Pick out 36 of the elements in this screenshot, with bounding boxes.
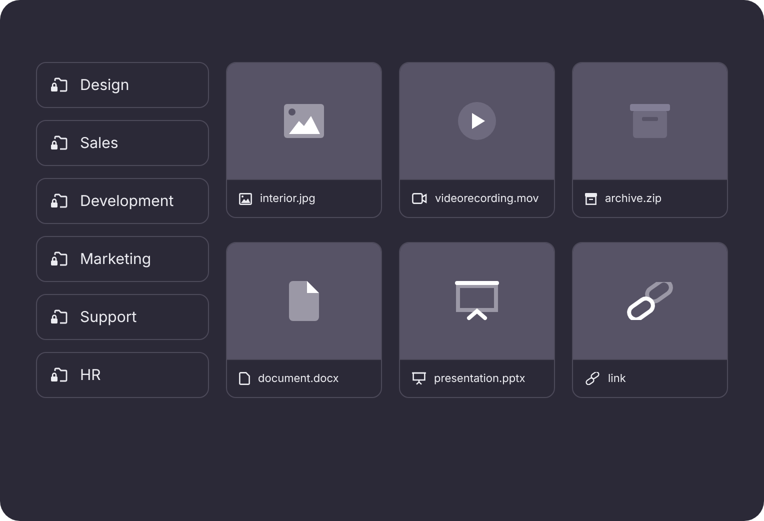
archive-box-icon — [630, 104, 670, 138]
link-icon — [585, 372, 600, 385]
locked-folder-icon — [50, 77, 68, 93]
locked-folder-icon — [50, 367, 68, 383]
file-card[interactable]: presentation.pptx — [399, 242, 555, 398]
image-icon — [239, 192, 252, 204]
locked-folder-icon — [50, 193, 68, 209]
locked-folder-icon — [50, 309, 68, 325]
presentation-icon — [455, 281, 499, 321]
folder-item[interactable]: Marketing — [36, 236, 209, 282]
document-icon — [289, 281, 319, 321]
image-icon — [284, 104, 324, 138]
file-name: presentation.pptx — [434, 370, 526, 387]
folder-item[interactable]: Sales — [36, 120, 209, 166]
folder-item[interactable]: HR — [36, 352, 209, 398]
folder-item[interactable]: Support — [36, 294, 209, 340]
document-icon — [239, 372, 250, 385]
file-card[interactable]: archive.zip — [572, 62, 728, 218]
file-card[interactable]: videorecording.mov — [399, 62, 555, 218]
file-card[interactable]: document.docx — [226, 242, 382, 398]
file-name: archive.zip — [605, 190, 662, 207]
file-card[interactable]: interior.jpg — [226, 62, 382, 218]
file-card[interactable]: link — [572, 242, 728, 398]
folder-item[interactable]: Design — [36, 62, 209, 108]
presentation-icon — [412, 372, 426, 385]
locked-folder-icon — [50, 135, 68, 151]
link-icon — [626, 282, 674, 320]
play-icon — [458, 102, 496, 140]
file-name: interior.jpg — [260, 190, 316, 207]
video-camera-icon — [412, 193, 427, 204]
folder-item[interactable]: Development — [36, 178, 209, 224]
archive-box-icon — [585, 192, 597, 204]
file-name: link — [608, 370, 626, 387]
file-name: document.docx — [258, 370, 339, 387]
file-name: videorecording.mov — [435, 190, 539, 207]
locked-folder-icon — [50, 251, 68, 267]
